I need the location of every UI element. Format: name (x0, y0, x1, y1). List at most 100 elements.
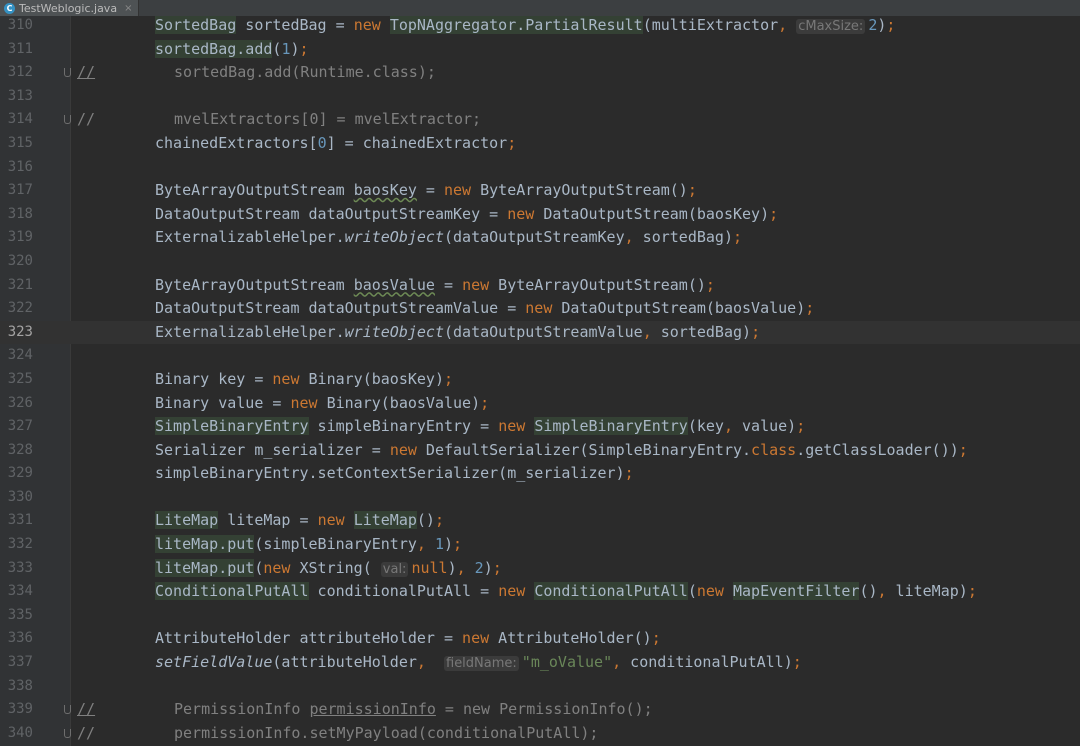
code-token: ; (733, 228, 743, 247)
code-line[interactable]: 333 liteMap.put(new XString( val: null), 2… (0, 557, 1080, 581)
code-content: Serializer m_serializer = new DefaultSer… (155, 439, 968, 463)
code-line[interactable]: 311 sortedBag.add(1); (0, 38, 1080, 62)
close-tab-icon[interactable]: × (124, 3, 132, 14)
code-token: permissionInfo.setMyPayload(conditionalP… (174, 723, 599, 742)
code-editor[interactable]: 310 SortedBag sortedBag = new TopNAggrega… (0, 14, 1080, 745)
fold-marker-icon[interactable] (64, 115, 71, 125)
code-token: new (263, 558, 291, 577)
code-token: new (444, 181, 472, 200)
code-token: LiteMap (155, 511, 219, 530)
code-line[interactable]: 327 SimpleBinaryEntry simpleBinaryEntry =… (0, 415, 1080, 439)
code-token: sortedBag) (651, 322, 752, 341)
code-line[interactable]: 313 (0, 85, 1080, 109)
code-token: null (411, 558, 448, 577)
code-token: ; (958, 440, 968, 459)
code-token: 2 (868, 16, 878, 34)
code-token: new (498, 417, 526, 436)
code-token: liteMap.put (155, 558, 255, 577)
parameter-hint: fieldName: (444, 656, 519, 672)
code-line[interactable]: 328 Serializer m_serializer = new Default… (0, 439, 1080, 463)
code-line[interactable]: 317 ByteArrayOutputStream baosKey = new B… (0, 179, 1080, 203)
comment-marker: // (77, 700, 96, 719)
code-line[interactable]: 318 DataOutputStream dataOutputStreamKey … (0, 203, 1080, 227)
code-token: ExternalizableHelper. (155, 322, 345, 341)
code-token: AttributeHolder() (489, 629, 652, 648)
line-number: 310 (7, 17, 33, 33)
code-line[interactable]: 336 AttributeHolder attributeHolder = new… (0, 627, 1080, 651)
code-token: ; (805, 299, 815, 318)
code-token: PermissionInfo (174, 700, 310, 719)
code-line[interactable]: 326 Binary value = new Binary(baosValue); (0, 392, 1080, 416)
code-token: value) (733, 417, 797, 436)
comment-marker: // (77, 63, 96, 82)
code-line[interactable]: 332 liteMap.put(simpleBinaryEntry, 1); (0, 533, 1080, 557)
line-number: 327 (7, 418, 33, 435)
fold-marker-icon[interactable] (64, 68, 71, 78)
code-token: ] = chainedExtractor (326, 133, 508, 152)
code-token: ; (434, 511, 444, 530)
line-number: 311 (7, 40, 33, 57)
line-number: 326 (7, 394, 33, 411)
code-line[interactable]: 315 chainedExtractors[0] = chainedExtract… (0, 132, 1080, 156)
code-token: chainedExtractors[ (155, 133, 318, 152)
code-line[interactable]: 325 Binary key = new Binary(baosKey); (0, 368, 1080, 392)
code-token: LiteMap (353, 511, 417, 530)
code-token: ExternalizableHelper. (155, 228, 345, 247)
code-token: ByteArrayOutputStream() (489, 275, 706, 294)
code-token: SimpleBinaryEntry (534, 417, 688, 436)
code-token: new (525, 299, 553, 318)
code-line[interactable]: 337 setFieldValue(attributeHolder, fieldN… (0, 651, 1080, 675)
code-token: class (751, 440, 797, 459)
code-token: "m_oValue" (521, 653, 613, 672)
code-line[interactable]: 338 (0, 675, 1080, 699)
code-line[interactable]: 330 (0, 486, 1080, 510)
code-token: DataOutputStream dataOutputStreamValue = (155, 299, 526, 318)
code-token: liteMap.put (155, 535, 255, 554)
code-token: ; (624, 464, 634, 483)
code-token: ; (453, 535, 463, 554)
code-line[interactable]: 320 (0, 250, 1080, 274)
code-token: DataOutputStream dataOutputStreamKey = (155, 204, 508, 223)
code-line[interactable]: 310 SortedBag sortedBag = new TopNAggrega… (0, 14, 1080, 38)
fold-marker-icon[interactable] (64, 728, 71, 738)
code-token: new (290, 393, 318, 412)
code-content: ConditionalPutAll conditionalPutAll = ne… (155, 580, 977, 604)
code-content: mvelExtractors[0] = mvelExtractor; (174, 108, 481, 132)
code-line[interactable]: 323 ExternalizableHelper.writeObject(data… (0, 320, 1080, 345)
code-content: sortedBag.add(1); (155, 38, 309, 62)
code-line[interactable]: 312 // sortedBag.add(Runtime.class); (0, 61, 1080, 85)
code-token: new (317, 511, 345, 530)
comment-marker: // (77, 110, 96, 129)
code-token: 2 (474, 558, 484, 577)
line-number: 335 (7, 606, 33, 623)
fold-marker-icon[interactable] (64, 705, 71, 715)
line-number: 313 (7, 87, 33, 104)
code-content: setFieldValue(attributeHolder, fieldName… (155, 651, 802, 676)
code-line[interactable]: 314 // mvelExtractors[0] = mvelExtractor; (0, 108, 1080, 132)
code-line[interactable]: 321 ByteArrayOutputStream baosValue = new… (0, 274, 1080, 298)
code-line[interactable]: 331 LiteMap liteMap = new LiteMap(); (0, 509, 1080, 533)
code-line[interactable]: 334 ConditionalPutAll conditionalPutAll =… (0, 580, 1080, 604)
code-token: ) (444, 535, 454, 554)
code-line[interactable]: 316 (0, 156, 1080, 180)
code-line[interactable]: 339 // PermissionInfo permissionInfo = new… (0, 698, 1080, 722)
line-number: 333 (7, 559, 33, 576)
line-number: 329 (7, 465, 33, 482)
code-line[interactable]: 319 ExternalizableHelper.writeObject(data… (0, 226, 1080, 250)
code-line[interactable]: 322 DataOutputStream dataOutputStreamValu… (0, 297, 1080, 321)
line-number: 316 (7, 158, 33, 175)
code-token: .getClassLoader()) (796, 440, 959, 459)
code-line[interactable]: 340 // permissionInfo.setMyPayload(conditi… (0, 722, 1080, 746)
code-line[interactable]: 324 (0, 344, 1080, 368)
code-token: permissionInfo (309, 700, 436, 719)
line-number: 324 (7, 347, 33, 364)
code-token: SortedBag (155, 16, 237, 34)
code-content: Binary key = new Binary(baosKey); (155, 368, 453, 392)
code-content: liteMap.put(new XString( val: null), 2); (155, 557, 502, 582)
code-token: , (778, 16, 788, 34)
code-line[interactable]: 335 (0, 604, 1080, 628)
code-line[interactable]: 329 simpleBinaryEntry.setContextSerialize… (0, 462, 1080, 486)
